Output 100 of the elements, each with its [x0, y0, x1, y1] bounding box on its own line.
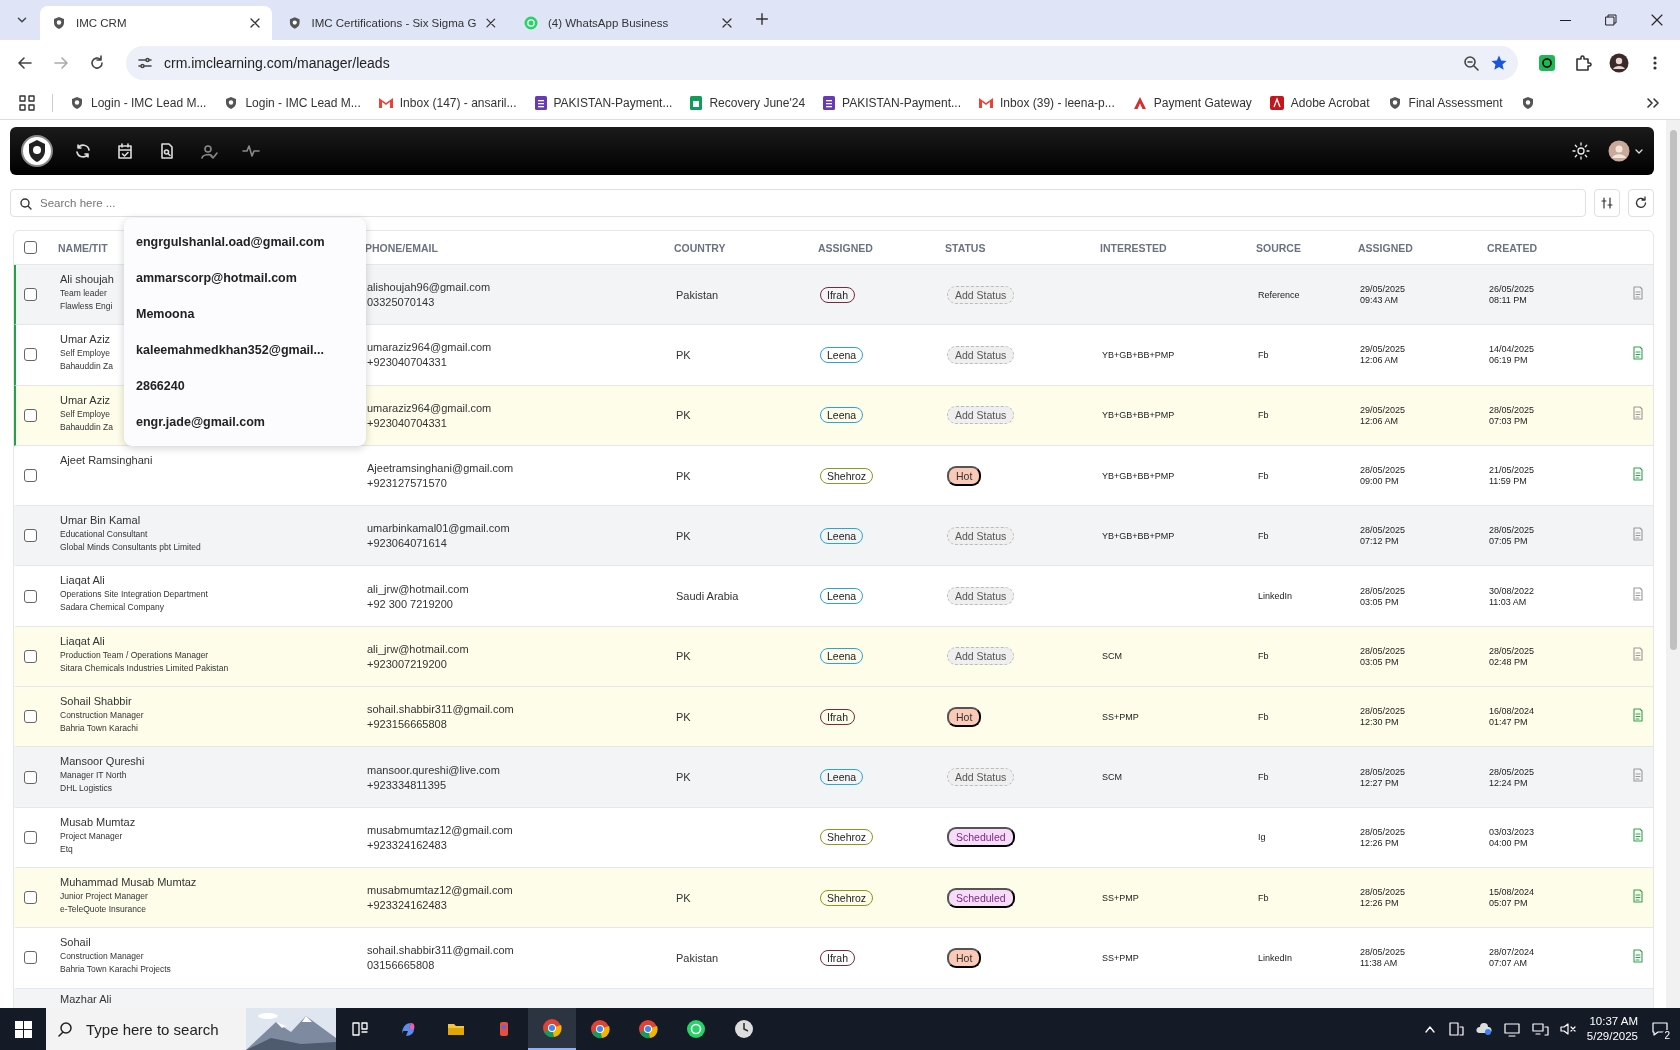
- filter-button[interactable]: [1594, 189, 1620, 217]
- notification-button[interactable]: 2: [1648, 1017, 1672, 1041]
- document-icon[interactable]: [1632, 647, 1644, 662]
- sync-icon: [74, 142, 92, 160]
- column-header[interactable]: PHONE/EMAIL: [365, 241, 438, 254]
- row-checkbox[interactable]: [24, 891, 37, 905]
- search-input[interactable]: Search here ...: [38, 196, 1577, 210]
- suggestion-item[interactable]: engr.jade@gmail.com: [124, 404, 366, 440]
- bookmark[interactable]: Recovery June'24: [683, 91, 813, 114]
- bookmark[interactable]: Payment Gateway: [1125, 91, 1259, 114]
- row-checkbox[interactable]: [24, 649, 37, 663]
- mail-icon: [979, 97, 994, 108]
- status-tag[interactable]: Add Status: [947, 345, 1015, 364]
- row-checkbox[interactable]: [24, 348, 37, 362]
- bookmark[interactable]: PAKISTAN-Payment...: [527, 91, 680, 114]
- zoom-icon[interactable]: [1462, 54, 1480, 72]
- address-bar[interactable]: crm.imclearning.com/manager/leads: [126, 46, 1518, 80]
- row-checkbox[interactable]: [24, 408, 37, 422]
- swirl-icon: [399, 1020, 417, 1038]
- bookmark[interactable]: Inbox (147) - ansaril...: [371, 91, 524, 114]
- row-checkbox[interactable]: [24, 529, 37, 543]
- phone-link-icon[interactable]: [1446, 1021, 1465, 1037]
- column-header[interactable]: STATUS: [945, 241, 986, 254]
- taskbar-app[interactable]: [528, 1008, 576, 1050]
- search-bar[interactable]: Search here ...: [10, 189, 1586, 217]
- user-menu-button[interactable]: [1608, 140, 1644, 162]
- lead-row[interactable]: Liaqat Ali Production Team / Operations Manager Sitara Chemicals Industries Limited Pakistan ali_jrw@hotmail.com +923007219200 PK Leena Add Status SCM Fb 28/05/2025 03:05 PM 28/05/2025 02:48 PM: [14, 626, 1653, 688]
- status-tag[interactable]: Scheduled: [947, 827, 1015, 848]
- lead-row[interactable]: Mansoor Qureshi Manager IT North DHL Logistics mansoor.qureshi@live.com +923334811395 PK Leena Add Status SCM Fb 28/05/2025 12:27 PM 28/05/2025 12:24 PM: [14, 747, 1653, 808]
- status-tag[interactable]: Add Status: [947, 526, 1015, 545]
- lead-row[interactable]: Muhammad Musab Mumtaz Junior Project Manager e-TeleQuote Insurance musabmumtaz12@gmail.com +923324162483 PK Shehroz Scheduled SS+PMP Fb 28/05/2025 12:26 PM 15/08/2024 05:07 PM: [14, 867, 1653, 929]
- column-header[interactable]: CREATED: [1487, 241, 1537, 254]
- crest-logo[interactable]: [20, 134, 54, 168]
- status-tag[interactable]: Add Status: [947, 285, 1015, 304]
- display-icon[interactable]: [1502, 1021, 1521, 1037]
- note-icon[interactable]: [1632, 828, 1644, 843]
- note-icon[interactable]: [1632, 466, 1644, 481]
- select-all-checkbox[interactable]: [24, 241, 37, 254]
- document-icon[interactable]: [1632, 526, 1644, 541]
- browser-tab[interactable]: (4) WhatsApp Business: [512, 6, 744, 40]
- assigned-time: 07:12 PM: [1360, 536, 1400, 547]
- muted-speaker-icon[interactable]: [1558, 1021, 1577, 1037]
- lead-row[interactable]: Sohail Shabbir Construction Manager Bahria Town Karachi sohail.shabbir311@gmail.com +923156665808 PK Ifrah Hot SS+PMP Fb 28/05/2025 12:30 PM 16/08/2024 01:47 PM: [14, 687, 1653, 748]
- row-checkbox[interactable]: [24, 830, 37, 844]
- status-tag[interactable]: Hot: [947, 706, 982, 727]
- bookmark[interactable]: Adobe Acrobat: [1262, 91, 1377, 114]
- status-tag[interactable]: Scheduled: [947, 887, 1015, 908]
- suggestion-item[interactable]: kaleemahmedkhan352@gmail...: [124, 332, 366, 368]
- status-tag[interactable]: Add Status: [947, 647, 1015, 666]
- note-icon[interactable]: [1632, 345, 1644, 360]
- status-tag[interactable]: Add Status: [947, 587, 1015, 606]
- column-header[interactable]: INTERESTED: [1100, 241, 1167, 254]
- row-checkbox[interactable]: [24, 710, 37, 724]
- lead-row[interactable]: Umar Bin Kamal Educational Consultant Global Minds Consultants pbt Limited umarbinkamal01@gmail.com +923064071614 PK Leena Add Status YB+GB+BB+PMP Fb 28/05/2025 07:12 PM 28/05/2025 07:05 PM: [14, 506, 1653, 567]
- column-header[interactable]: SOURCE: [1256, 241, 1301, 254]
- bookmark[interactable]: PAKISTAN-Payment...: [816, 91, 969, 114]
- document-icon[interactable]: [1632, 406, 1644, 421]
- reload-button[interactable]: [1628, 189, 1654, 217]
- row-checkbox[interactable]: [24, 288, 37, 302]
- column-header[interactable]: NAME/TIT: [58, 241, 108, 254]
- browser-tab[interactable]: IMC CRM: [40, 6, 272, 40]
- document-icon[interactable]: [1632, 285, 1644, 300]
- column-header[interactable]: ASSIGNED: [818, 241, 873, 254]
- bookmark[interactable]: Final Assessment: [1380, 91, 1510, 114]
- taskbar-search[interactable]: Type here to search: [46, 1008, 336, 1050]
- scrollbar[interactable]: [1666, 120, 1680, 1008]
- browser-tab[interactable]: IMC Certifications - Six Sigma G: [276, 6, 508, 40]
- status-tag[interactable]: Hot: [947, 465, 982, 486]
- taskbar-clock[interactable]: 10:37 AM 5/29/2025: [1586, 1014, 1638, 1044]
- document-icon[interactable]: [1632, 768, 1644, 782]
- close-icon[interactable]: [722, 18, 732, 28]
- document-icon[interactable]: [1632, 587, 1644, 602]
- row-checkbox[interactable]: [24, 469, 37, 483]
- note-icon[interactable]: [1632, 948, 1644, 963]
- assigned-date: 29/05/2025: [1360, 344, 1407, 355]
- created-date: 28/05/2025: [1489, 525, 1536, 536]
- status-tag[interactable]: Add Status: [947, 768, 1015, 786]
- note-icon[interactable]: [1632, 888, 1644, 903]
- note-icon[interactable]: [1632, 707, 1644, 722]
- bookmark[interactable]: Login - IMC Lead M...: [63, 91, 214, 114]
- column-header[interactable]: ASSIGNED: [1358, 241, 1413, 254]
- network-icon[interactable]: [1530, 1021, 1549, 1037]
- status-tag[interactable]: Hot: [947, 947, 982, 968]
- row-checkbox[interactable]: [24, 951, 37, 965]
- bookmark[interactable]: Login - IMC Lead M...: [217, 91, 368, 114]
- status-tag[interactable]: Add Status: [947, 406, 1015, 425]
- column-header[interactable]: COUNTRY: [674, 241, 726, 254]
- close-icon[interactable]: [486, 18, 496, 28]
- crest-icon: [52, 16, 66, 30]
- row-checkbox[interactable]: [24, 589, 37, 603]
- close-icon[interactable]: [250, 18, 260, 28]
- whatsapp-icon: [686, 1019, 706, 1039]
- suggestion-item[interactable]: engrgulshanlal.oad@gmail.com: [124, 224, 366, 260]
- email-text: Ajeetramsinghani@gmail.com: [367, 462, 515, 475]
- bookmark[interactable]: Inbox (39) - leena-p...: [972, 91, 1122, 114]
- star-icon[interactable]: [1490, 54, 1508, 72]
- row-checkbox[interactable]: [24, 770, 37, 784]
- source-cell-text: Fb: [1258, 410, 1270, 421]
- cloud-icon[interactable]: [1474, 1021, 1493, 1037]
- lead-row[interactable]: Mazhar Ali: [14, 988, 1653, 1008]
